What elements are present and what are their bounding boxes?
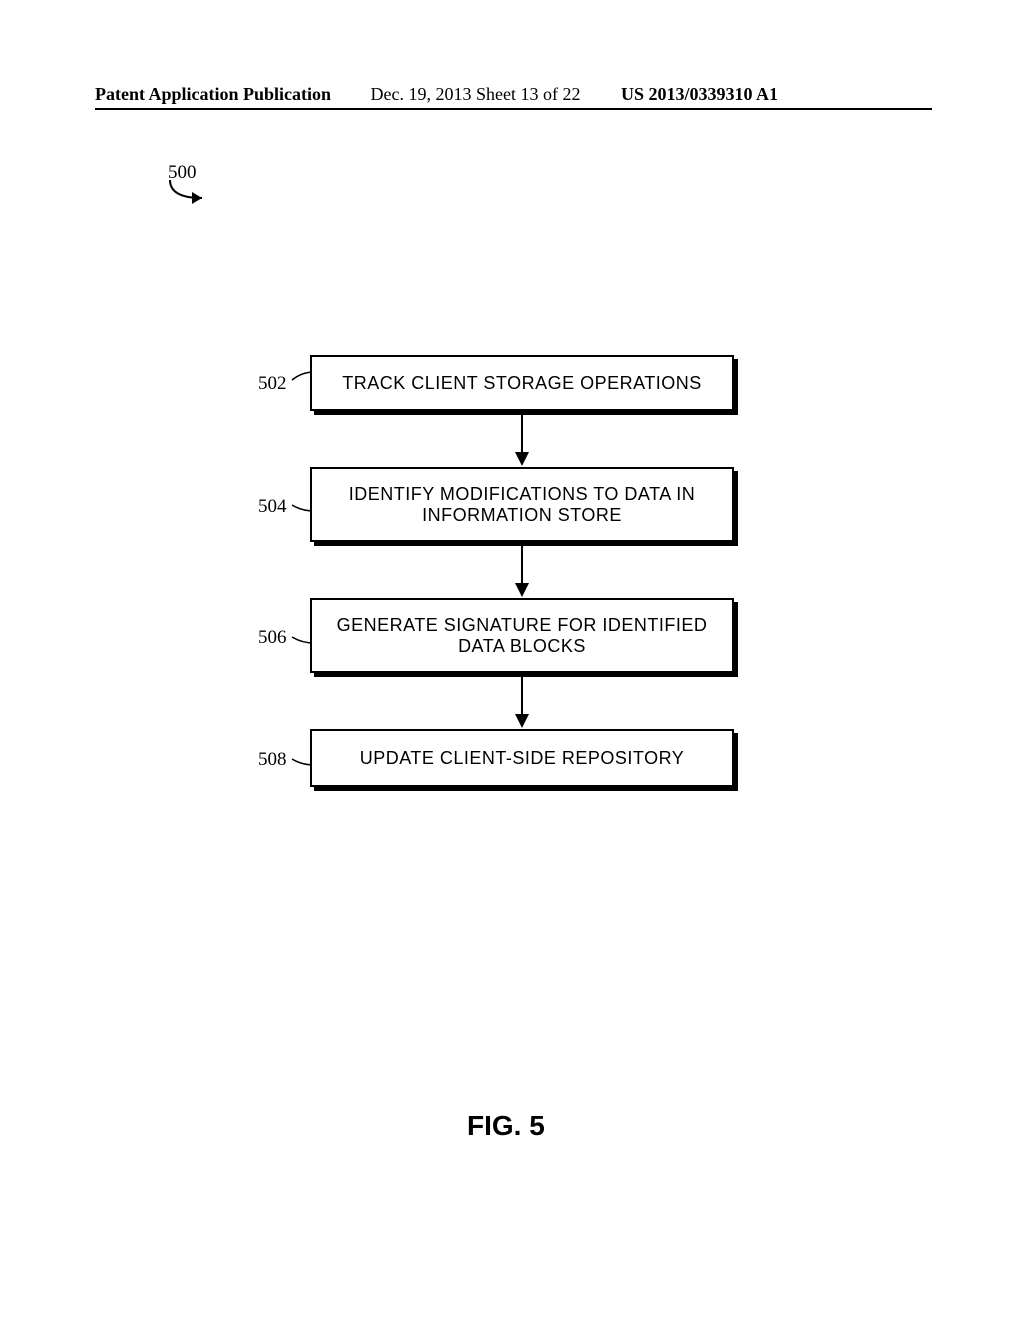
- step-label-504: 504: [258, 496, 287, 518]
- pub-number: US 2013/0339310 A1: [621, 84, 778, 104]
- step-label-508: 508: [258, 749, 287, 771]
- pub-date: Dec. 19, 2013 Sheet 13 of 22: [371, 84, 581, 104]
- arrow-502-504: [521, 415, 523, 455]
- step-text-508: UPDATE CLIENT-SIDE REPOSITORY: [310, 729, 734, 787]
- figure-title: FIG. 5: [467, 1110, 545, 1142]
- step-text-504: IDENTIFY MODIFICATIONS TO DATA IN INFORM…: [310, 467, 734, 542]
- step-label-506: 506: [258, 627, 287, 649]
- arrow-head-506-508: [515, 714, 529, 728]
- arrow-head-502-504: [515, 452, 529, 466]
- step-text-506: GENERATE SIGNATURE FOR IDENTIFIED DATA B…: [310, 598, 734, 673]
- arrow-head-504-506: [515, 583, 529, 597]
- arrow-504-506: [521, 546, 523, 586]
- arrow-506-508: [521, 677, 523, 717]
- step-text-502: TRACK CLIENT STORAGE OPERATIONS: [310, 355, 734, 411]
- pub-label: Patent Application Publication: [95, 84, 331, 104]
- page-header: Patent Application Publication Dec. 19, …: [95, 84, 932, 110]
- figure-ref-arrow: [166, 178, 226, 218]
- step-label-502: 502: [258, 373, 287, 395]
